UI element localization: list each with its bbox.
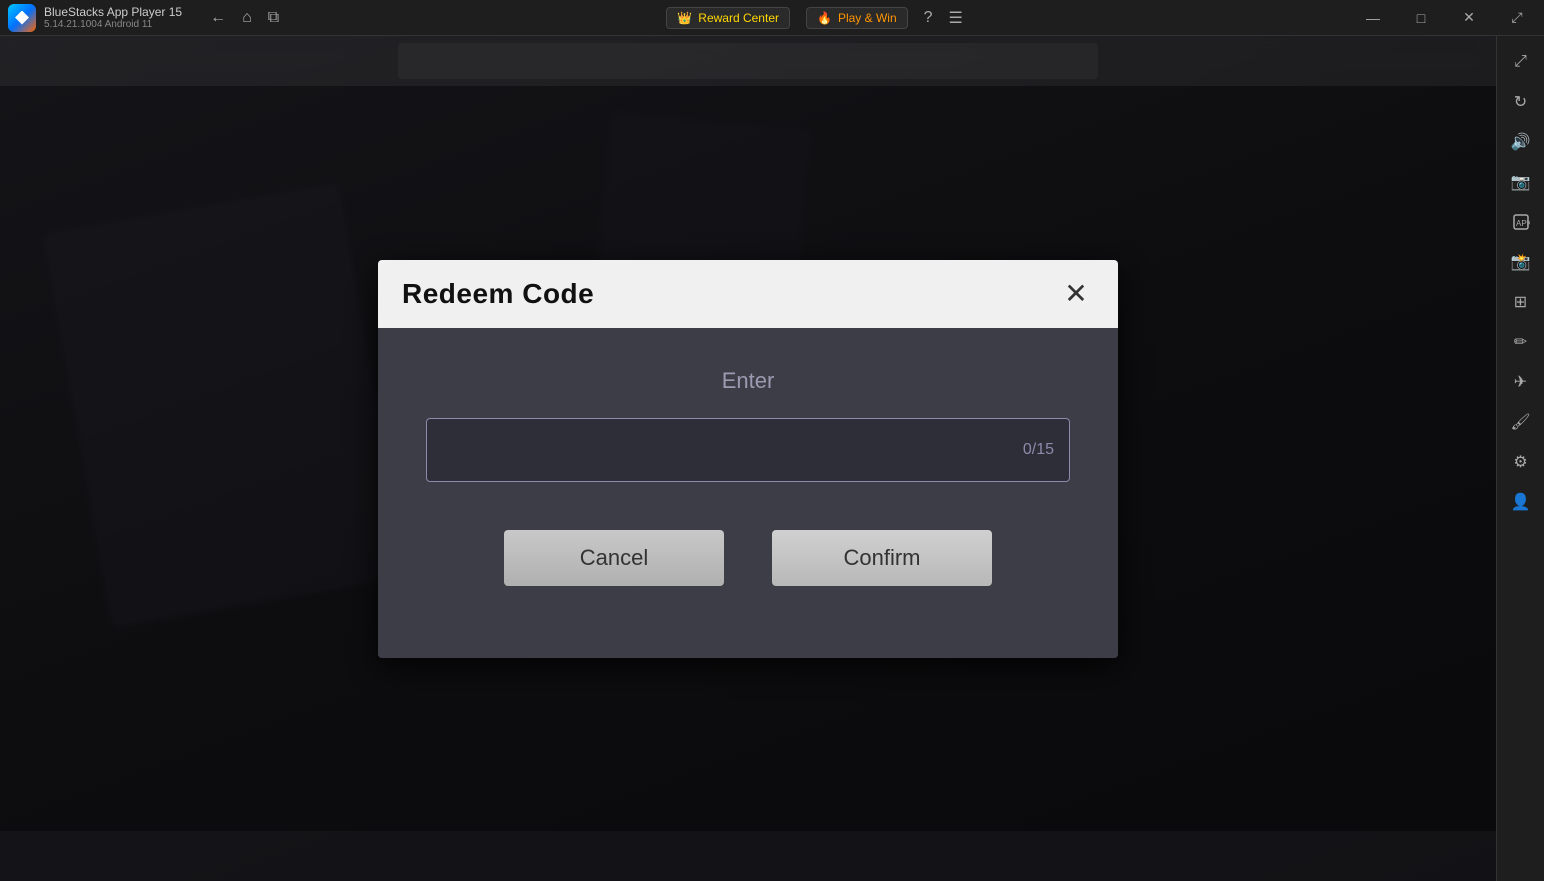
dialog-title: Redeem Code bbox=[402, 278, 594, 310]
fire-icon: 🔥 bbox=[817, 11, 832, 25]
maximize-button[interactable]: □ bbox=[1398, 3, 1444, 33]
right-sidebar: ⤢ ↻ 🔊 📷 APK 📸 ⊞ ✏ ✈ 🖌 ⚙ 👤 bbox=[1496, 36, 1544, 881]
close-button[interactable]: ✕ bbox=[1446, 3, 1492, 33]
help-button[interactable]: ? bbox=[924, 9, 933, 27]
brush-icon[interactable]: 🖌 bbox=[1503, 404, 1539, 440]
minimize-button[interactable]: — bbox=[1350, 3, 1396, 33]
edit-icon[interactable]: ✏ bbox=[1503, 324, 1539, 360]
play-win-label: Play & Win bbox=[838, 11, 897, 25]
main-content: Redeem Code ✕ Enter 0/15 Cancel Confirm bbox=[0, 36, 1496, 881]
code-input[interactable] bbox=[426, 418, 1070, 482]
profile-icon[interactable]: 👤 bbox=[1503, 484, 1539, 520]
app-version: 5.14.21.1004 Android 11 bbox=[44, 19, 182, 30]
menu-button[interactable]: ☰ bbox=[949, 8, 963, 28]
reward-center-label: Reward Center bbox=[698, 11, 779, 25]
app-info: BlueStacks App Player 15 5.14.21.1004 An… bbox=[44, 5, 182, 30]
apk-icon[interactable]: APK bbox=[1503, 204, 1539, 240]
titlebar-left: BlueStacks App Player 15 5.14.21.1004 An… bbox=[0, 4, 279, 32]
resize-icon[interactable]: ⊞ bbox=[1503, 284, 1539, 320]
crown-icon: 👑 bbox=[677, 11, 692, 25]
dialog-overlay: Redeem Code ✕ Enter 0/15 Cancel Confirm bbox=[0, 36, 1496, 881]
bluestacks-logo bbox=[8, 4, 36, 32]
app-name: BlueStacks App Player 15 bbox=[44, 5, 182, 19]
volume-icon[interactable]: 🔊 bbox=[1503, 124, 1539, 160]
window-controls: — □ ✕ ⤢ bbox=[1350, 3, 1544, 33]
expand-icon[interactable]: ⤢ bbox=[1503, 44, 1539, 80]
play-win-button[interactable]: 🔥 Play & Win bbox=[806, 7, 908, 29]
code-counter: 0/15 bbox=[1023, 441, 1054, 459]
dialog-header: Redeem Code ✕ bbox=[378, 260, 1118, 328]
cancel-button[interactable]: Cancel bbox=[504, 530, 724, 586]
rotate-icon[interactable]: ↻ bbox=[1503, 84, 1539, 120]
copy-button[interactable]: ⧉ bbox=[268, 9, 279, 27]
enter-label: Enter bbox=[426, 368, 1070, 394]
confirm-button[interactable]: Confirm bbox=[772, 530, 992, 586]
redeem-dialog: Redeem Code ✕ Enter 0/15 Cancel Confirm bbox=[378, 260, 1118, 658]
code-input-wrapper: 0/15 bbox=[426, 418, 1070, 482]
dialog-footer: Cancel Confirm bbox=[426, 530, 1070, 618]
home-button[interactable]: ⌂ bbox=[242, 9, 252, 27]
reward-center-button[interactable]: 👑 Reward Center bbox=[666, 7, 790, 29]
restore-button[interactable]: ⤢ bbox=[1494, 3, 1540, 33]
screenshot-icon[interactable]: 📸 bbox=[1503, 244, 1539, 280]
dialog-body: Enter 0/15 Cancel Confirm bbox=[378, 328, 1118, 658]
flight-icon[interactable]: ✈ bbox=[1503, 364, 1539, 400]
gear-icon[interactable]: ⚙ bbox=[1503, 444, 1539, 480]
nav-buttons: ← ⌂ ⧉ bbox=[190, 9, 279, 27]
dialog-close-button[interactable]: ✕ bbox=[1058, 276, 1094, 312]
svg-text:APK: APK bbox=[1516, 219, 1530, 228]
titlebar: BlueStacks App Player 15 5.14.21.1004 An… bbox=[0, 0, 1544, 36]
titlebar-center: 👑 Reward Center 🔥 Play & Win ? ☰ bbox=[666, 7, 963, 29]
back-button[interactable]: ← bbox=[210, 9, 226, 27]
logo-inner bbox=[15, 11, 29, 25]
camera-icon[interactable]: 📷 bbox=[1503, 164, 1539, 200]
